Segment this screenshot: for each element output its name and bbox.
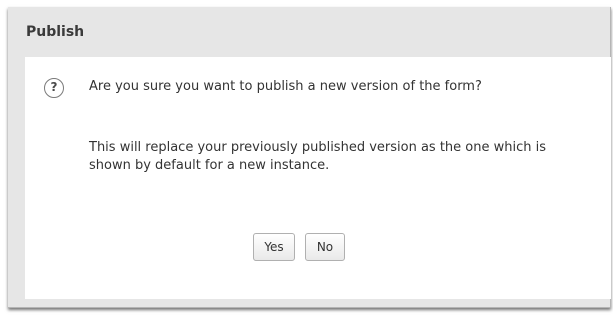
no-button[interactable]: No [305,233,345,261]
confirm-question: Are you sure you want to publish a new v… [89,79,482,94]
yes-button[interactable]: Yes [253,233,295,261]
confirm-detail: This will replace your previously publis… [89,140,546,173]
publish-dialog: Publish ? Are you sure you want to publi… [8,7,611,308]
dialog-title: Publish [26,24,85,40]
help-circle-icon: ? [44,78,64,98]
dialog-body: ? Are you sure you want to publish a new… [25,57,611,299]
